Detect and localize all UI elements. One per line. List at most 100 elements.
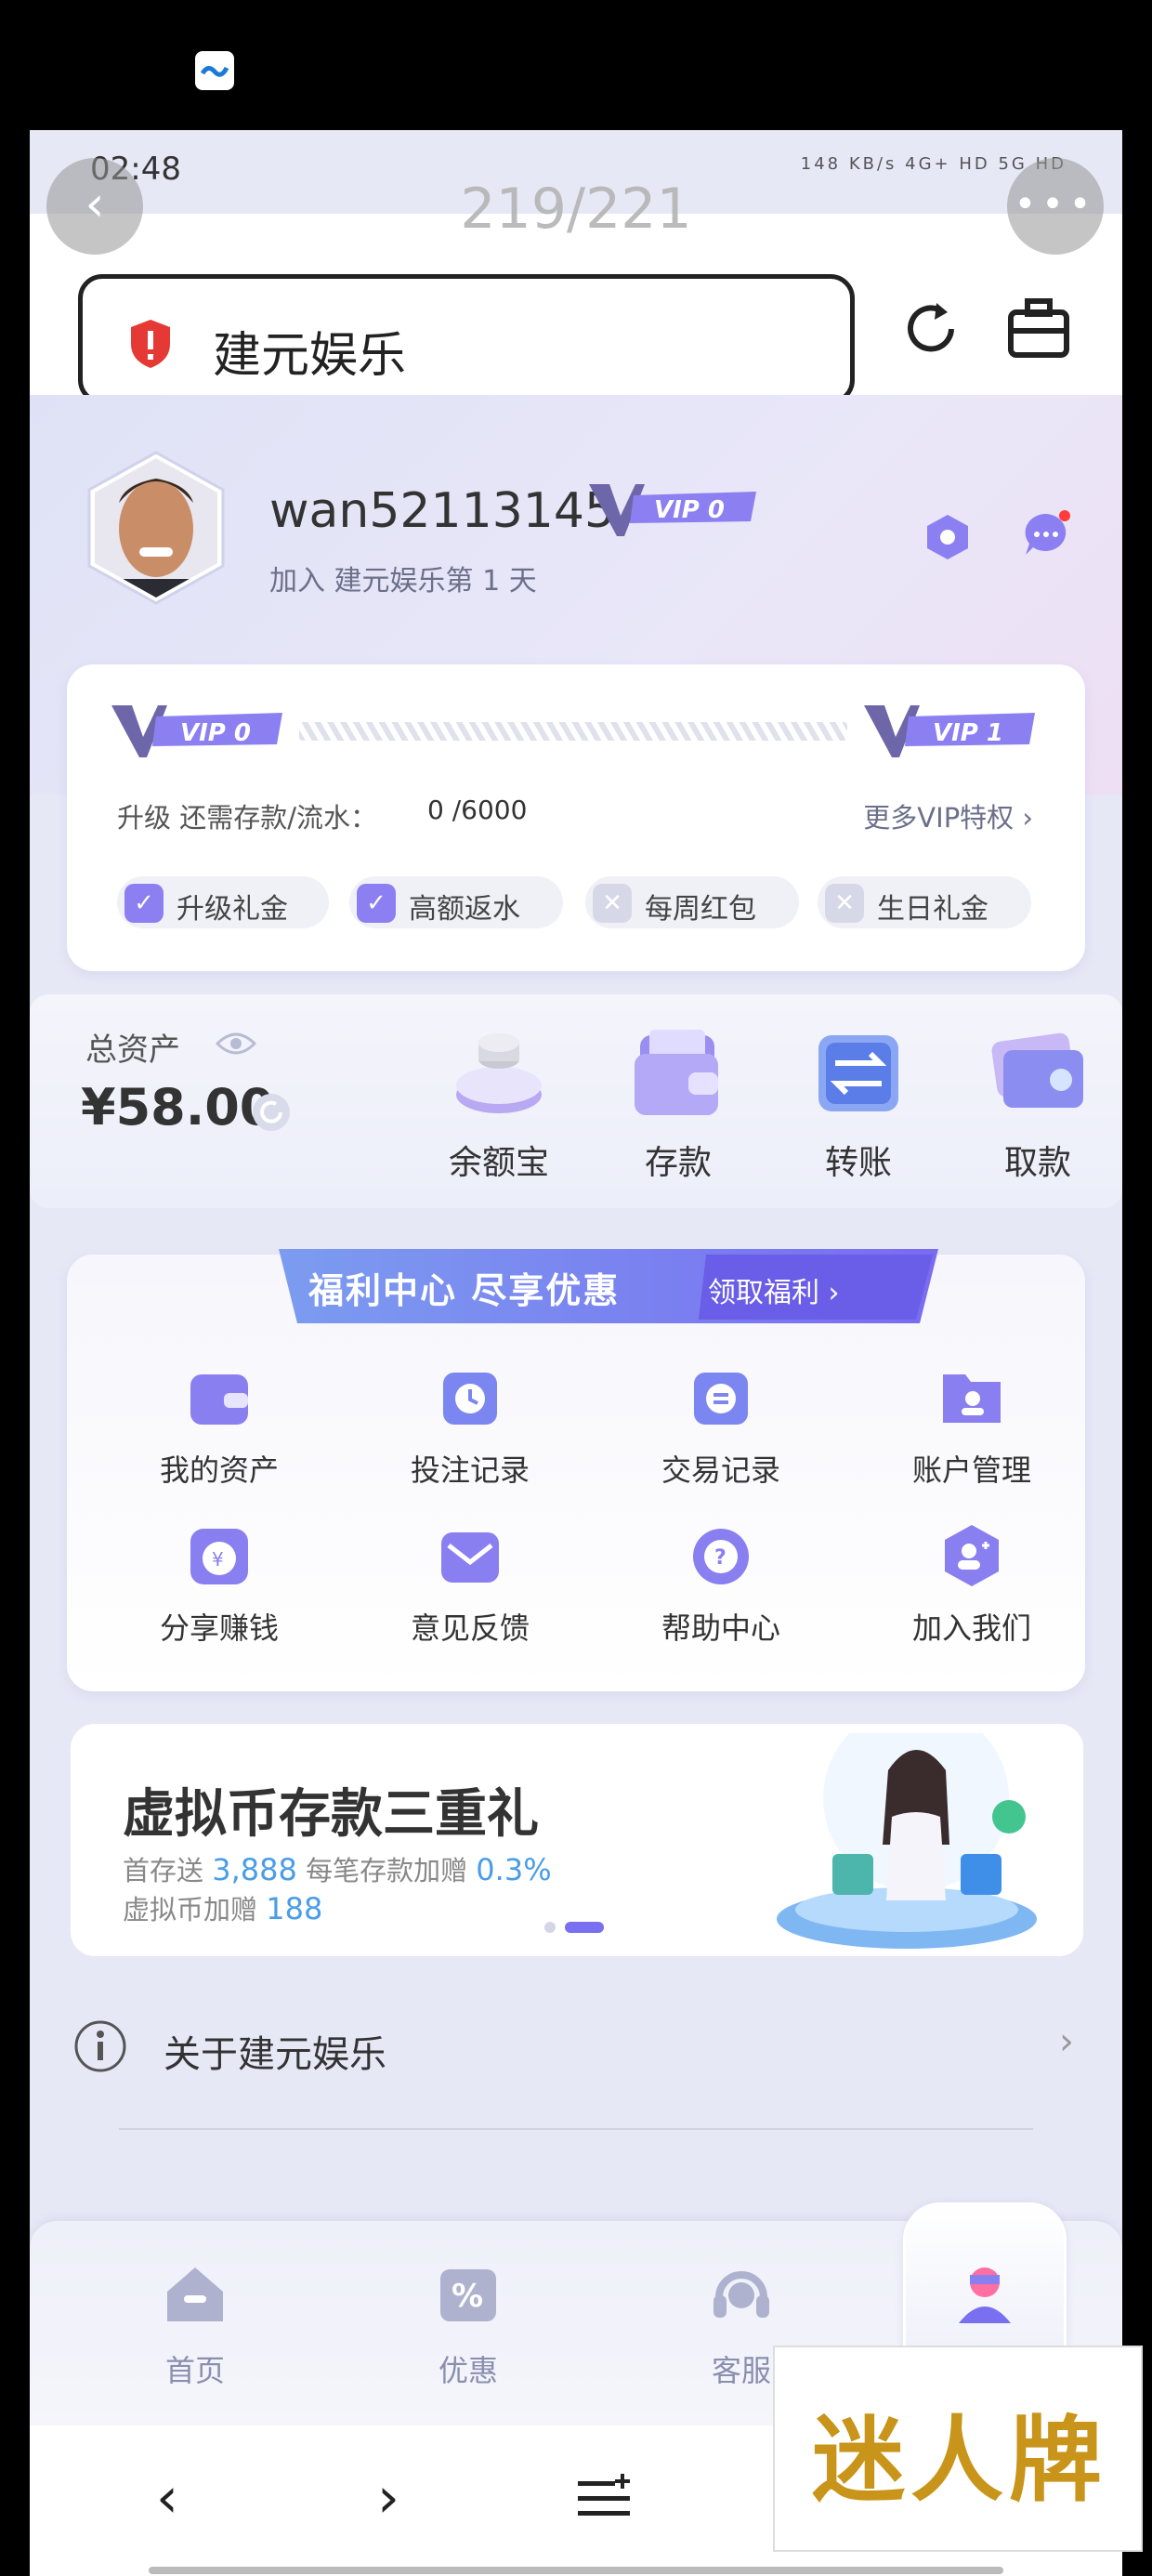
gesture-bar xyxy=(149,2567,1003,2574)
perk-label: 高额返水 xyxy=(409,893,520,926)
withdraw-button[interactable]: 取款 xyxy=(963,1022,1112,1199)
account-management-label: 账户管理 xyxy=(911,1452,1031,1488)
settings-icon[interactable] xyxy=(922,511,974,563)
wallet-icon xyxy=(635,1030,718,1115)
help-center-item[interactable]: ? 帮助中心 xyxy=(619,1519,823,1659)
wallet-icon xyxy=(190,1374,248,1425)
phone-screen: 02:48 148 KB/s 4G+ HD 5G HD 219/221 ‹ ••… xyxy=(30,130,1122,2576)
my-assets-item[interactable]: 我的资产 xyxy=(117,1361,321,1501)
back-button[interactable]: ‹ xyxy=(46,158,143,255)
promo-first-deposit-amount: 3,888 xyxy=(212,1852,297,1887)
vip-level-badge: VIP 0 xyxy=(587,479,758,540)
headset-icon xyxy=(713,2271,769,2318)
shield-icon xyxy=(131,320,170,368)
promo-illustration xyxy=(777,1733,1037,1949)
refresh-balance-icon[interactable] xyxy=(251,1092,292,1133)
avatar[interactable] xyxy=(85,451,227,605)
toolbox-icon[interactable] xyxy=(1003,294,1074,364)
perk-chip: ✕ 每周红包 xyxy=(585,876,799,928)
exchange-icon xyxy=(694,1373,748,1425)
transaction-records-label: 交易记录 xyxy=(661,1452,780,1488)
more-button[interactable]: ••• xyxy=(1007,158,1104,255)
about-row[interactable]: 关于建元娱乐 › xyxy=(30,1989,1122,2100)
svg-text:?: ? xyxy=(714,1546,727,1570)
perk-chip: ✓ 高额返水 xyxy=(349,876,563,928)
info-icon xyxy=(74,2020,126,2072)
cross-icon: ✕ xyxy=(593,884,632,923)
more-dots-icon: ••• xyxy=(1014,183,1097,226)
money-bag-icon: ¥ xyxy=(190,1529,248,1584)
promo-line-2: 虚拟币加赠 188 xyxy=(123,1888,322,1927)
check-icon: ✓ xyxy=(124,884,164,923)
perk-label: 每周红包 xyxy=(645,893,756,926)
yuebao-button[interactable]: 余额宝 xyxy=(425,1022,573,1199)
transaction-records-item[interactable]: 交易记录 xyxy=(619,1361,823,1501)
nav-promotions[interactable]: % 优惠 xyxy=(385,2258,552,2398)
vip-badge-text: VIP 0 xyxy=(654,496,725,524)
nav-home[interactable]: 首页 xyxy=(111,2258,279,2398)
url-text: 建元娱乐 xyxy=(213,328,407,384)
nav-home-label: 首页 xyxy=(164,2353,225,2388)
envelope-icon xyxy=(441,1532,499,1583)
yuebao-label: 余额宝 xyxy=(448,1144,549,1182)
total-assets-label: 总资产 xyxy=(85,1032,180,1069)
vip-next-level: VIP 1 xyxy=(864,705,1035,757)
app-logo-icon xyxy=(195,51,234,90)
promo-title: 虚拟币存款三重礼 xyxy=(123,1784,539,1845)
home-icon xyxy=(167,2267,223,2321)
bet-records-item[interactable]: 投注记录 xyxy=(368,1361,572,1501)
welfare-title: 福利中心 尽享优惠 xyxy=(308,1270,621,1311)
transfer-label: 转账 xyxy=(824,1144,892,1182)
promo-crypto-label: 虚拟币加赠 xyxy=(123,1894,258,1925)
browser-menu-button[interactable] xyxy=(557,2451,650,2544)
eye-icon[interactable] xyxy=(216,1030,256,1058)
svg-text:¥: ¥ xyxy=(212,1548,224,1571)
browser-forward-button[interactable]: › xyxy=(342,2451,435,2544)
vip-progress-bar xyxy=(299,722,847,741)
feedback-item[interactable]: 意见反馈 xyxy=(368,1519,572,1659)
watermark-text: 迷人牌 xyxy=(812,2406,1107,2515)
perk-label: 生日礼金 xyxy=(877,893,988,926)
add-user-icon xyxy=(945,1525,999,1586)
svg-text:%: % xyxy=(452,2278,483,2315)
percent-icon: % xyxy=(440,2269,496,2321)
menu-icon xyxy=(578,2474,630,2516)
chevron-right-icon: › xyxy=(377,2465,399,2530)
perk-label: 升级礼金 xyxy=(177,893,288,926)
vip-end-text: VIP 1 xyxy=(933,719,1003,747)
url-bar[interactable]: 建元娱乐 xyxy=(78,274,855,404)
deposit-button[interactable]: 存款 xyxy=(604,1022,753,1199)
vip-progress-card: VIP 0 VIP 1 升级 还需存款/流水： 0 /6000 更多VIP特权 … xyxy=(67,664,1085,971)
account-management-item[interactable]: 账户管理 xyxy=(870,1361,1074,1501)
question-icon: ? xyxy=(693,1529,749,1584)
transfer-icon xyxy=(818,1035,898,1111)
yuebao-icon xyxy=(456,1033,542,1113)
perk-chip: ✓ 升级礼金 xyxy=(117,876,329,928)
help-center-label: 帮助中心 xyxy=(661,1610,780,1646)
about-label: 关于建元娱乐 xyxy=(164,2033,386,2076)
vip-perks: ✓ 升级礼金 ✓ 高额返水 ✕ 每周红包 ✕ 生日礼金 xyxy=(117,876,1055,928)
promo-banner[interactable]: 虚拟币存款三重礼 首存送 3,888 每笔存款加赠 0.3% 虚拟币加赠 188 xyxy=(71,1724,1083,1956)
perk-chip: ✕ 生日礼金 xyxy=(818,876,1031,928)
nav-promotions-label: 优惠 xyxy=(438,2353,498,2388)
carousel-dots xyxy=(544,1922,604,1933)
join-us-label: 加入我们 xyxy=(911,1610,1031,1646)
promo-crypto-amount: 188 xyxy=(266,1891,323,1926)
share-earn-item[interactable]: ¥ 分享赚钱 xyxy=(117,1519,321,1659)
chevron-right-icon: › xyxy=(1059,2020,1074,2063)
join-days-text: 加入 建元娱乐第 1 天 xyxy=(269,565,537,598)
refresh-icon[interactable] xyxy=(896,294,966,364)
bet-records-label: 投注记录 xyxy=(410,1452,530,1488)
transfer-button[interactable]: 转账 xyxy=(784,1022,933,1199)
welfare-center: 福利中心 尽享优惠 领取福利 › 我的资产 投注记录 交易记录 账户管理 ¥ 分… xyxy=(67,1249,1085,1691)
message-icon[interactable] xyxy=(1020,508,1072,560)
clock-icon xyxy=(443,1373,497,1425)
more-vip-link[interactable]: 更多VIP特权 › xyxy=(863,796,1033,835)
user-icon xyxy=(959,2267,1011,2323)
browser-back-button[interactable]: ‹ xyxy=(121,2451,214,2544)
vip-start-text: VIP 0 xyxy=(180,719,251,747)
claim-welfare-link[interactable]: 领取福利 › xyxy=(708,1269,840,1310)
my-assets-label: 我的资产 xyxy=(159,1452,279,1488)
share-earn-label: 分享赚钱 xyxy=(159,1610,279,1646)
join-us-item[interactable]: 加入我们 xyxy=(870,1519,1074,1659)
